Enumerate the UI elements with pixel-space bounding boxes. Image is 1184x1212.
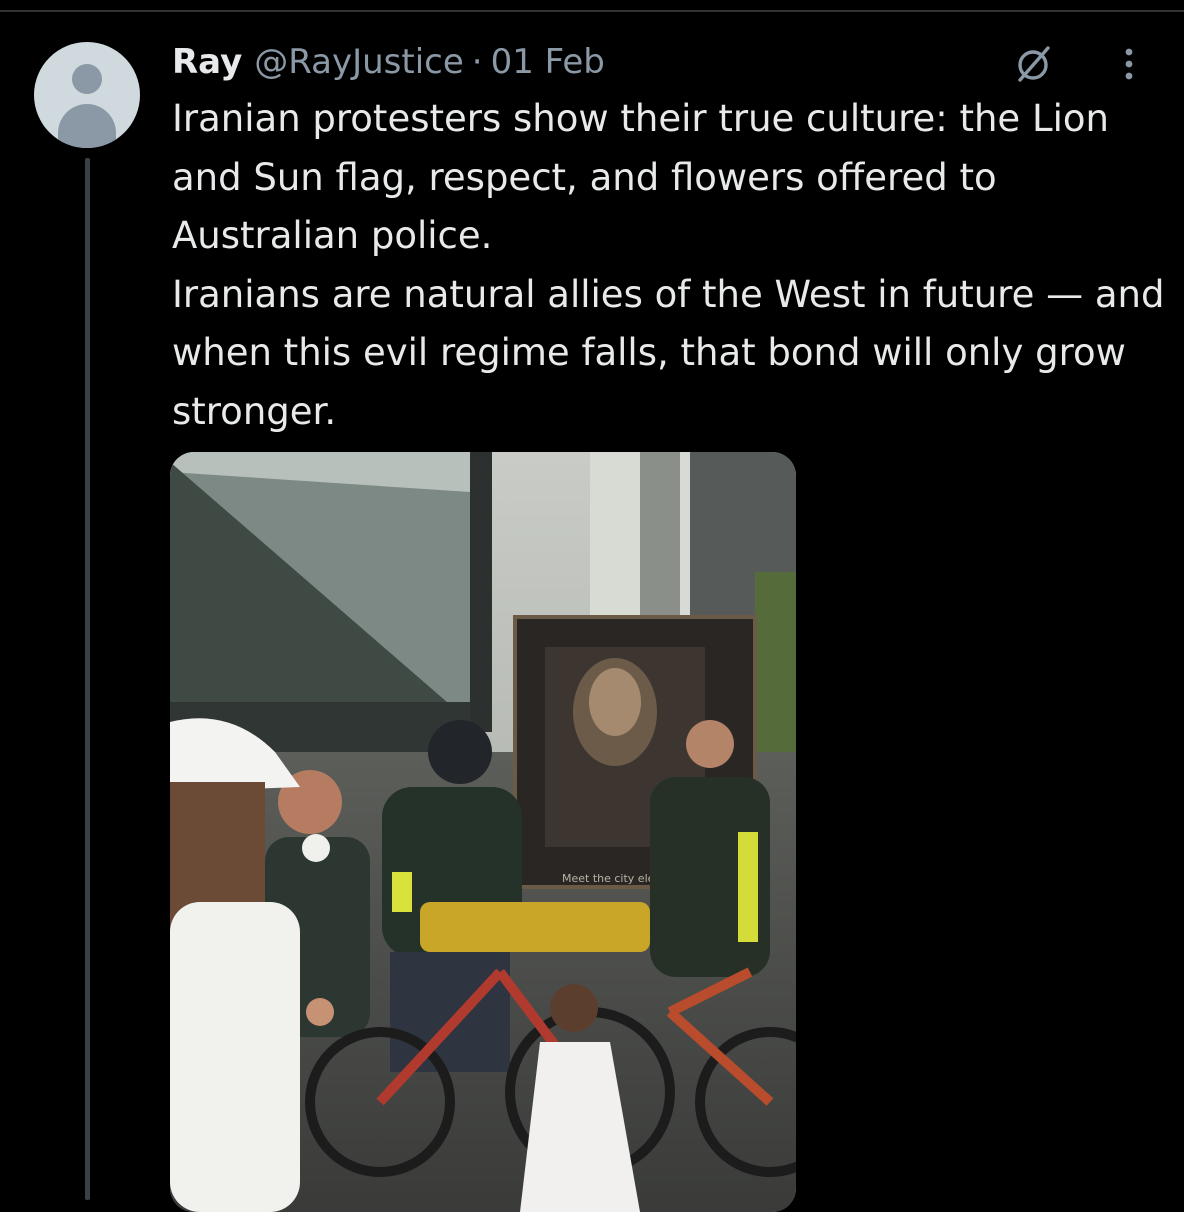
avatar-body-shape (58, 104, 116, 148)
tweet-date[interactable]: 01 Feb (491, 42, 605, 82)
tweet-paragraph: Iranian protesters show their true cultu… (172, 97, 1109, 257)
tweet-text: Iranian protesters show their true cultu… (172, 90, 1172, 441)
author-name[interactable]: Ray (172, 42, 242, 82)
header-separator: · (471, 42, 483, 82)
video-frame: Meet the city electic (170, 452, 796, 1212)
author-handle[interactable]: @RayJustice (254, 42, 464, 82)
thread-line (85, 158, 90, 1200)
more-options-icon[interactable] (1114, 44, 1144, 84)
tweet-header: Ray @RayJustice · 01 Feb (172, 38, 605, 86)
avatar-head-shape (72, 64, 102, 94)
tweet-paragraph: Iranians are natural allies of the West … (172, 272, 1165, 433)
tweet-video[interactable]: Meet the city electic (170, 452, 796, 1212)
grok-icon[interactable] (1014, 44, 1054, 84)
avatar[interactable] (34, 42, 140, 148)
top-divider (0, 10, 1184, 12)
